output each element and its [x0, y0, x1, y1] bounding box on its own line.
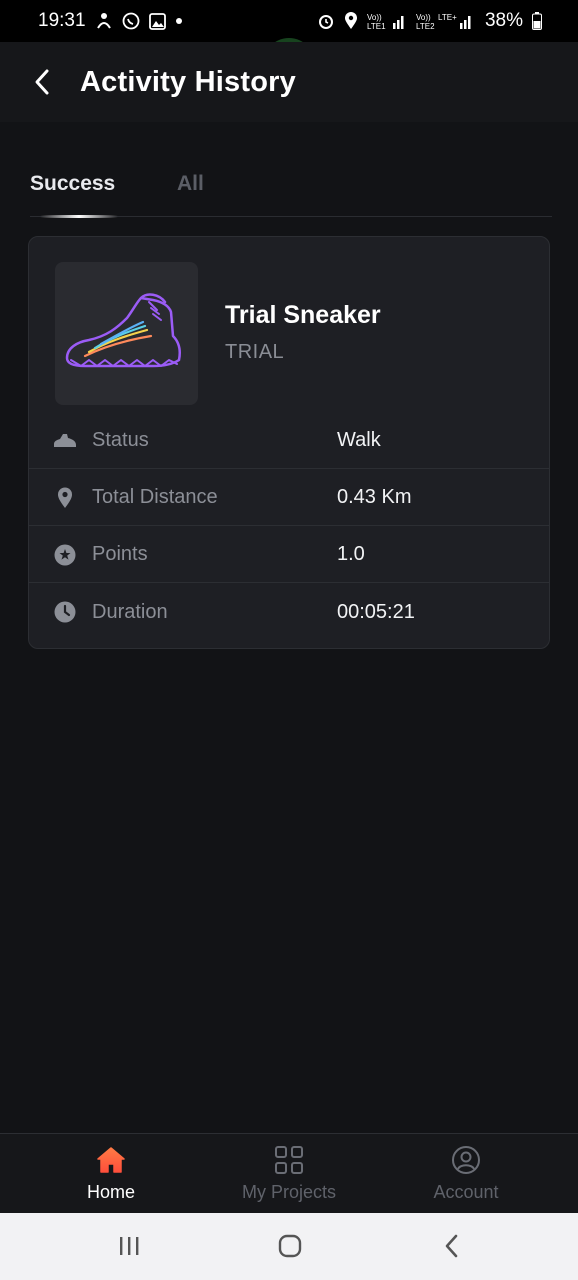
duration-value: 00:05:21 [337, 600, 415, 623]
status-row: Status Walk [29, 413, 549, 469]
location-icon [344, 12, 358, 30]
status-label: Status [92, 429, 149, 451]
back-system-button[interactable] [432, 1231, 472, 1261]
alarm-icon [317, 12, 335, 30]
recents-button[interactable] [109, 1231, 149, 1261]
svg-text:Vo)): Vo)) [367, 13, 382, 22]
chevron-left-icon [35, 69, 49, 95]
home-circle-icon [278, 1234, 302, 1258]
account-icon [451, 1144, 481, 1176]
svg-text:LTE2: LTE2 [416, 22, 435, 31]
sneaker-icon [53, 429, 77, 453]
nav-home-label: Home [86, 1182, 135, 1202]
volte2-lte-signal-icon: Vo)) LTE2 LTE+ [416, 11, 476, 31]
battery-icon [532, 12, 542, 30]
sneaker-thumbnail [55, 262, 198, 405]
app-bar: Activity History [0, 42, 578, 122]
svg-text:LTE1: LTE1 [367, 22, 386, 31]
status-value: Walk [337, 429, 381, 451]
nav-account-label: Account [433, 1182, 499, 1202]
total-distance-value: 0.43 Km [337, 486, 412, 508]
location-pin-icon [53, 486, 77, 510]
tab-bar: Success All [30, 168, 552, 218]
points-icon [53, 543, 77, 567]
sneaker-image-icon [65, 293, 181, 368]
home-system-button[interactable] [270, 1231, 310, 1261]
volte1-signal-icon: Vo)) LTE1 [367, 11, 407, 31]
nav-account[interactable]: Account [377, 1134, 555, 1214]
clock-icon [53, 600, 77, 624]
product-type: TRIAL [225, 341, 285, 363]
product-name: Trial Sneaker [225, 301, 381, 329]
svg-text:LTE+: LTE+ [438, 13, 457, 22]
status-bar: 19:31 Vo)) LTE1 Vo)) LTE2 LTE+ 38% [0, 0, 578, 42]
tab-indicator [40, 215, 118, 218]
gallery-icon [148, 12, 166, 30]
battery-percent: 38% [484, 10, 523, 31]
whatsapp-icon [122, 12, 140, 30]
duration-label: Duration [92, 600, 168, 623]
total-distance-row: Total Distance 0.43 Km [29, 470, 549, 526]
nav-home[interactable]: Home [22, 1134, 200, 1214]
svg-text:Vo)): Vo)) [416, 13, 431, 22]
total-distance-label: Total Distance [92, 486, 218, 508]
nav-my-projects-label: My Projects [241, 1182, 337, 1202]
back-arrow-icon [445, 1234, 458, 1258]
activity-card[interactable]: Trial Sneaker TRIAL Status Walk Total Di… [28, 236, 550, 649]
points-row: Points 1.0 [29, 527, 549, 583]
duration-row: Duration 00:05:21 [29, 584, 549, 640]
person-icon [95, 12, 113, 30]
system-nav-bar [0, 1213, 578, 1280]
status-time: 19:31 [38, 10, 86, 31]
tab-all[interactable]: All [177, 172, 204, 196]
points-value: 1.0 [337, 543, 365, 565]
nav-my-projects[interactable]: My Projects [200, 1134, 378, 1214]
page-title: Activity History [80, 65, 296, 98]
recents-icon [120, 1237, 139, 1255]
tab-success[interactable]: Success [30, 172, 115, 196]
back-button[interactable] [22, 62, 62, 102]
dot-icon [175, 17, 183, 25]
grid-icon [274, 1144, 304, 1176]
bottom-nav: Home My Projects Account [0, 1133, 578, 1214]
home-icon [96, 1144, 126, 1176]
points-label: Points [92, 543, 148, 565]
